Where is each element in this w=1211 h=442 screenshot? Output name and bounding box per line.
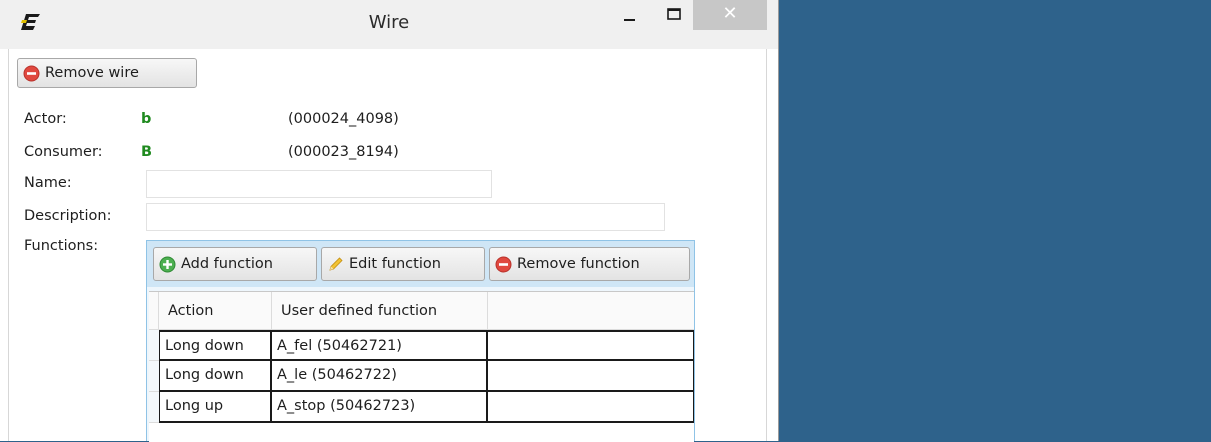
consumer-label: Consumer: — [24, 144, 103, 160]
window-content: Remove wire Actor: b (000024_4098) Consu… — [8, 49, 767, 442]
row-header-corner — [149, 292, 159, 330]
functions-table[interactable]: Action User defined function Long down A… — [149, 291, 694, 442]
remove-wire-label: Remove wire — [45, 65, 139, 81]
row-header[interactable] — [149, 361, 159, 392]
description-field[interactable] — [146, 203, 665, 231]
table-row[interactable]: Long up A_stop (50462723) — [149, 392, 694, 423]
filler-cell — [488, 361, 694, 392]
filler-cell — [488, 392, 694, 423]
row-header[interactable] — [149, 330, 159, 361]
edit-function-button[interactable]: Edit function — [321, 247, 485, 281]
action-cell[interactable]: Long up — [159, 392, 272, 423]
functions-label: Functions: — [24, 238, 99, 254]
close-button[interactable]: ✕ — [693, 0, 767, 30]
remove-wire-button[interactable]: Remove wire — [17, 58, 197, 88]
remove-function-button[interactable]: Remove function — [489, 247, 690, 281]
function-cell[interactable]: A_stop (50462723) — [272, 392, 488, 423]
description-label: Description: — [24, 208, 112, 224]
actor-label: Actor: — [24, 111, 67, 127]
filler-cell — [488, 330, 694, 361]
minimize-button[interactable] — [612, 0, 648, 32]
function-cell[interactable]: A_fel (50462721) — [272, 330, 488, 361]
wire-window: Wire ✕ Remove wire Actor: b (000024_4098… — [0, 0, 779, 442]
functions-toolbar: Add function Edit function Remove functi… — [147, 241, 694, 287]
function-cell[interactable]: A_le (50462722) — [272, 361, 488, 392]
consumer-value: B — [141, 144, 153, 160]
add-function-button[interactable]: Add function — [153, 247, 317, 281]
remove-circle-icon — [23, 65, 40, 81]
name-label: Name: — [24, 175, 72, 191]
maximize-button[interactable] — [656, 0, 692, 32]
close-icon: ✕ — [722, 3, 738, 24]
add-function-label: Add function — [181, 256, 273, 272]
column-header-user-defined-function[interactable]: User defined function — [272, 292, 488, 330]
column-header-filler — [488, 292, 694, 330]
add-circle-icon — [159, 256, 176, 272]
app-logo-icon — [21, 14, 40, 30]
pencil-icon — [329, 256, 343, 271]
action-cell[interactable]: Long down — [159, 330, 272, 361]
edit-function-label: Edit function — [349, 256, 441, 272]
remove-circle-icon — [495, 256, 512, 272]
desktop-background — [779, 0, 1211, 441]
table-row[interactable]: Long down A_le (50462722) — [149, 361, 694, 392]
maximize-icon — [667, 8, 681, 20]
name-field[interactable] — [146, 170, 492, 198]
actor-id: (000024_4098) — [288, 111, 399, 127]
column-header-action[interactable]: Action — [159, 292, 272, 330]
functions-panel: Add function Edit function Remove functi… — [146, 240, 695, 442]
row-header[interactable] — [149, 392, 159, 423]
action-cell[interactable]: Long down — [159, 361, 272, 392]
remove-function-label: Remove function — [517, 256, 640, 272]
table-row[interactable]: Long down A_fel (50462721) — [149, 330, 694, 361]
consumer-id: (000023_8194) — [288, 144, 399, 160]
actor-value: b — [141, 111, 152, 127]
minimize-icon — [624, 19, 635, 21]
title-bar[interactable]: Wire ✕ — [0, 0, 778, 49]
